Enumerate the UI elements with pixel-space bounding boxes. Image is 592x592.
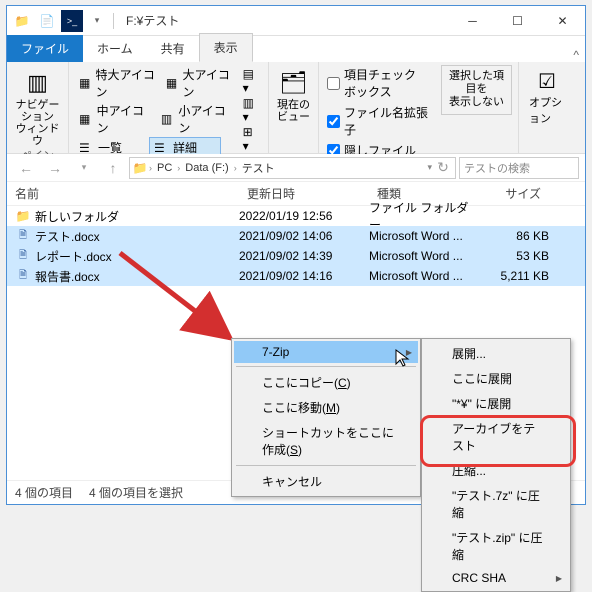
doc-icon: 📄: [36, 10, 58, 32]
ctx-crc-sha[interactable]: CRC SHA: [424, 567, 568, 589]
ctx-test-archive[interactable]: アーカイブをテスト: [424, 416, 568, 458]
ctx-compress-7z[interactable]: "テスト.7z" に圧縮: [424, 483, 568, 525]
ctx-compress[interactable]: 圧縮...: [424, 458, 568, 483]
drive-icon: 📁: [132, 161, 148, 175]
folder-icon: 📁: [11, 10, 33, 32]
tab-file[interactable]: ファイル: [7, 35, 83, 62]
current-view-button[interactable]: 🗂 現在の ビュー: [275, 65, 312, 123]
ctx-extract[interactable]: 展開...: [424, 341, 568, 366]
ribbon: ▥ ナビゲーション ウィンドウ ペイン ▦特大アイコン ▦大アイコン ▦中アイコ…: [7, 62, 585, 154]
ribbon-tabs: ファイル ホーム 共有 表示 ^: [7, 36, 585, 62]
layout-gallery[interactable]: ▦特大アイコン ▦大アイコン ▦中アイコン ▥小アイコン ☰一覧 ☰詳細: [75, 65, 237, 158]
window-title: F:¥テスト: [120, 12, 450, 29]
ctx-copy-here[interactable]: ここにコピー(C): [234, 370, 418, 395]
tab-share[interactable]: 共有: [147, 35, 199, 62]
ribbon-collapse-icon[interactable]: ^: [567, 48, 585, 62]
file-list: 📁新しいフォルダ2022/01/19 12:56ファイル フォルダー🗎テスト.d…: [7, 206, 585, 286]
ctx-move-here[interactable]: ここに移動(M): [234, 395, 418, 420]
nav-pane-icon: ▥: [22, 67, 54, 99]
forward-button[interactable]: →: [42, 156, 68, 180]
ctx-cancel[interactable]: キャンセル: [234, 469, 418, 494]
ctx-extract-to[interactable]: "*¥" に展開: [424, 391, 568, 416]
ctx-extract-here[interactable]: ここに展開: [424, 366, 568, 391]
current-view-icon: 🗂: [278, 67, 310, 99]
up-button[interactable]: ↑: [100, 156, 126, 180]
file-row[interactable]: 🗎レポート.docx2021/09/02 14:39Microsoft Word…: [7, 246, 585, 266]
address-bar: ← → ▾ ↑ 📁 › PC› Data (F:)› テスト ▾ ↻ テストの検…: [7, 154, 585, 182]
file-row[interactable]: 🗎テスト.docx2021/09/02 14:06Microsoft Word …: [7, 226, 585, 246]
minimize-button[interactable]: ─: [450, 7, 495, 35]
refresh-icon[interactable]: ↻: [433, 156, 453, 180]
context-menu: 7-Zip ここにコピー(C) ここに移動(M) ショートカットをここに作成(S…: [231, 338, 421, 497]
hide-selected-button[interactable]: 選択した項目を 表示しない: [441, 65, 512, 115]
qat-dropdown-icon[interactable]: ▾: [86, 10, 108, 32]
tab-home[interactable]: ホーム: [83, 35, 147, 62]
powershell-icon[interactable]: >_: [61, 10, 83, 32]
recent-dropdown[interactable]: ▾: [71, 156, 97, 180]
sort-controls[interactable]: ▤ ▾ ▥ ▾ ⊞ ▾: [241, 65, 262, 153]
nav-pane-button[interactable]: ▥ ナビゲーション ウィンドウ: [13, 65, 62, 147]
back-button[interactable]: ←: [13, 156, 39, 180]
search-input[interactable]: テストの検索: [459, 157, 579, 179]
titlebar: 📁 📄 >_ ▾ F:¥テスト ─ ☐ ✕: [7, 6, 585, 36]
chk-file-ext[interactable]: ファイル名拡張子: [325, 103, 433, 139]
ctx-7zip[interactable]: 7-Zip: [234, 341, 418, 363]
ctx-shortcut-here[interactable]: ショートカットをここに作成(S): [234, 420, 418, 462]
file-row[interactable]: 🗎報告書.docx2021/09/02 14:16Microsoft Word …: [7, 266, 585, 286]
ctx-compress-zip[interactable]: "テスト.zip" に圧縮: [424, 525, 568, 567]
maximize-button[interactable]: ☐: [495, 7, 540, 35]
tab-view[interactable]: 表示: [199, 33, 253, 62]
options-icon: ☑: [538, 69, 556, 94]
breadcrumb[interactable]: 📁 › PC› Data (F:)› テスト ▾ ↻: [129, 157, 456, 179]
options-button[interactable]: ☑ オプション: [525, 65, 569, 130]
chk-item-checkboxes[interactable]: 項目チェック ボックス: [325, 65, 433, 101]
file-row[interactable]: 📁新しいフォルダ2022/01/19 12:56ファイル フォルダー: [7, 206, 585, 226]
column-headers[interactable]: 名前 更新日時 種類 サイズ: [7, 182, 585, 206]
close-button[interactable]: ✕: [540, 7, 585, 35]
context-submenu-7zip: 展開... ここに展開 "*¥" に展開 アーカイブをテスト 圧縮... "テス…: [421, 338, 571, 592]
